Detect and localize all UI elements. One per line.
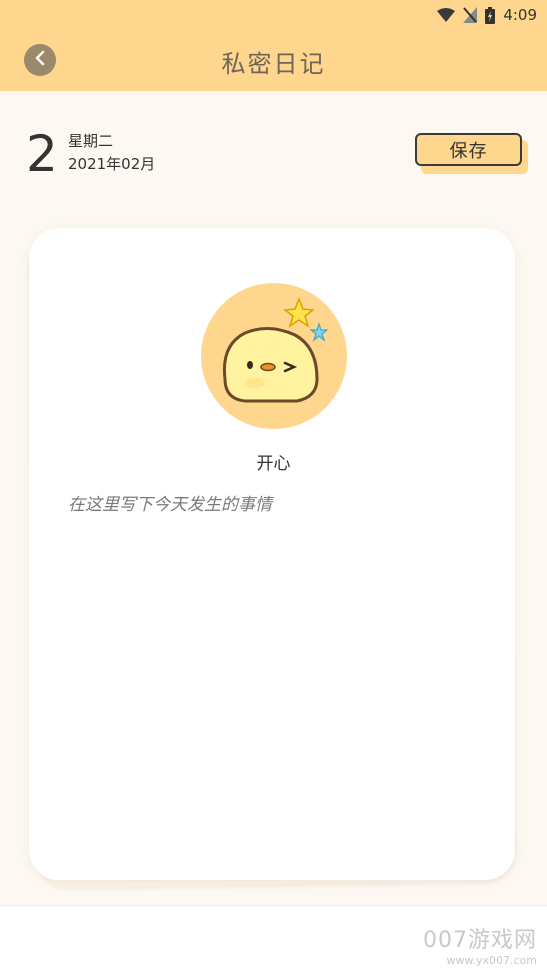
status-icons: 4:09 (437, 4, 537, 26)
chick-mood-icon (201, 296, 347, 433)
date-weekday: 星期二 (68, 132, 114, 150)
diary-entry-input[interactable] (68, 490, 488, 850)
battery-icon (485, 6, 496, 24)
no-signal-icon (463, 7, 478, 23)
clock: 4:09 (503, 6, 537, 24)
wifi-icon (437, 8, 456, 22)
bottom-bar: 007游戏网 www.yx007.com (0, 905, 547, 975)
mood-label: 开心 (256, 454, 291, 474)
status-bar: 4:09 (0, 0, 547, 30)
watermark: 007游戏网 www.yx007.com (423, 922, 537, 967)
app-bar: 私密日记 (0, 30, 547, 91)
mood-avatar[interactable] (201, 283, 347, 429)
date-year-month: 2021年02月 (68, 155, 156, 173)
save-button[interactable]: 保存 (415, 133, 522, 166)
watermark-text: 007游戏网 (423, 928, 537, 953)
watermark-url: www.yx007.com (446, 954, 537, 967)
date-day: 2 (26, 125, 58, 183)
page-title: 私密日记 (221, 50, 326, 78)
